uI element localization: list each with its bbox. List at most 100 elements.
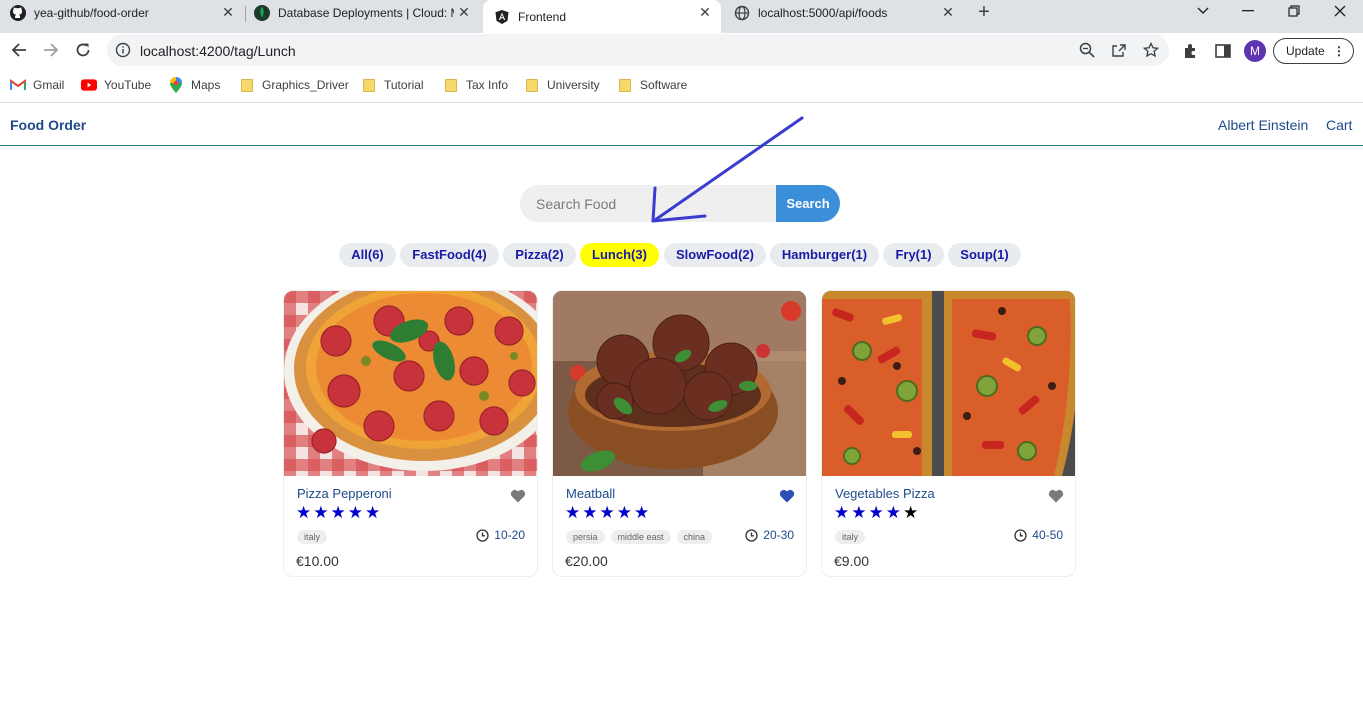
- bookmark-graphics-driver[interactable]: Graphics_Driver: [239, 77, 349, 93]
- zoom-icon[interactable]: [1079, 42, 1095, 58]
- bookmarks-bar: Gmail YouTube Maps Graphics_Driver Tutor…: [0, 67, 1363, 103]
- brand-link[interactable]: Food Order: [10, 117, 86, 133]
- tag-pizza[interactable]: Pizza(2): [503, 243, 576, 267]
- forward-arrow-icon[interactable]: [40, 39, 62, 61]
- origin-tag: italy: [297, 530, 328, 544]
- tab-title: Database Deployments | Cloud: M: [278, 5, 454, 20]
- close-window-icon[interactable]: [1317, 0, 1363, 22]
- user-link[interactable]: Albert Einstein: [1218, 117, 1308, 133]
- tag-slowfood[interactable]: SlowFood(2): [664, 243, 766, 267]
- new-tab-icon[interactable]: +: [974, 2, 994, 22]
- tab-search-chevron-icon[interactable]: [1180, 0, 1226, 22]
- clock-icon: [1014, 528, 1027, 542]
- bookmark-label: Gmail: [33, 78, 65, 92]
- tab-frontend[interactable]: Frontend ✕: [483, 0, 721, 33]
- origin-tag: persia: [566, 530, 605, 544]
- favorite-heart-icon[interactable]: [1048, 489, 1064, 503]
- back-arrow-icon[interactable]: [8, 39, 30, 61]
- food-name: Pizza Pepperoni: [297, 486, 392, 501]
- more-menu-icon[interactable]: ⋮: [1333, 39, 1345, 63]
- tab-api-foods[interactable]: localhost:5000/api/foods ✕: [734, 0, 964, 25]
- tag-soup[interactable]: Soup(1): [948, 243, 1021, 267]
- reload-icon[interactable]: [72, 39, 94, 61]
- side-panel-icon[interactable]: [1214, 42, 1232, 60]
- food-name: Meatball: [566, 486, 616, 501]
- search-button[interactable]: Search: [776, 185, 840, 222]
- cart-link[interactable]: Cart: [1326, 117, 1352, 133]
- share-icon[interactable]: [1111, 42, 1127, 58]
- close-icon[interactable]: ✕: [697, 4, 713, 20]
- cook-time: 10-20: [476, 528, 525, 542]
- food-card-vegetables-pizza[interactable]: Vegetables Pizza ★★★★★ italy 40-50 €9.00: [821, 290, 1076, 577]
- bookmark-label: Maps: [191, 78, 221, 92]
- browser-tab-strip: yea-github/food-order ✕ Database Deploym…: [0, 0, 1363, 33]
- folder-icon: [617, 77, 633, 93]
- extensions-puzzle-icon[interactable]: [1182, 42, 1200, 60]
- bookmark-label: Tutorial: [384, 78, 424, 92]
- search-bar: Search: [520, 185, 840, 222]
- youtube-icon: [81, 77, 97, 93]
- folder-icon: [239, 77, 255, 93]
- clock-icon: [745, 528, 758, 542]
- mongodb-leaf-icon: [254, 4, 270, 21]
- bookmark-software[interactable]: Software: [617, 77, 687, 93]
- pepperoni-pizza-image: [284, 291, 537, 476]
- origin-list: italy: [297, 530, 328, 544]
- address-bar[interactable]: localhost:4200/tag/Lunch: [107, 34, 1169, 66]
- app-header: Food Order Albert Einstein Cart: [0, 104, 1363, 146]
- angular-icon: [494, 9, 510, 25]
- tab-divider: [245, 6, 246, 22]
- tag-fastfood[interactable]: FastFood(4): [400, 243, 499, 267]
- clock-icon: [476, 528, 489, 542]
- bookmark-university[interactable]: University: [524, 77, 600, 93]
- bookmark-youtube[interactable]: YouTube: [81, 77, 151, 93]
- tab-title: yea-github/food-order: [34, 5, 149, 20]
- bookmark-tax-info[interactable]: Tax Info: [443, 77, 508, 93]
- origin-tag: china: [676, 530, 713, 544]
- cook-time-value: 20-30: [763, 528, 794, 542]
- bookmark-tutorial[interactable]: Tutorial: [361, 77, 424, 93]
- origin-tag: middle east: [610, 530, 671, 544]
- bookmark-label: YouTube: [104, 78, 152, 92]
- site-info-icon[interactable]: [115, 42, 131, 63]
- tab-github[interactable]: yea-github/food-order ✕: [10, 0, 244, 25]
- update-button[interactable]: Update ⋮: [1273, 38, 1354, 64]
- folder-icon: [443, 77, 459, 93]
- cook-time-value: 10-20: [494, 528, 525, 542]
- origin-tag: italy: [835, 530, 866, 544]
- folder-icon: [524, 77, 540, 93]
- gmail-icon: [10, 77, 26, 93]
- favorite-heart-icon[interactable]: [510, 489, 526, 503]
- meatball-image: [553, 291, 806, 476]
- vegetables-pizza-image: [822, 291, 1075, 476]
- maps-pin-icon: [168, 77, 184, 93]
- url-text: localhost:4200/tag/Lunch: [140, 43, 296, 59]
- food-price: €9.00: [834, 553, 870, 569]
- tab-mongodb[interactable]: Database Deployments | Cloud: M ✕: [254, 0, 480, 25]
- origin-list: persia middle east china: [566, 530, 713, 544]
- profile-avatar[interactable]: M: [1244, 40, 1266, 62]
- tag-hamburger[interactable]: Hamburger(1): [770, 243, 879, 267]
- minimize-icon[interactable]: [1225, 0, 1271, 22]
- tag-lunch[interactable]: Lunch(3): [580, 243, 659, 267]
- tag-fry[interactable]: Fry(1): [883, 243, 944, 267]
- close-icon[interactable]: ✕: [220, 4, 236, 20]
- bookmark-gmail[interactable]: Gmail: [10, 77, 64, 93]
- update-label: Update: [1286, 44, 1325, 58]
- food-price: €10.00: [296, 553, 339, 569]
- restore-icon[interactable]: [1271, 0, 1317, 22]
- bookmark-label: Graphics_Driver: [262, 78, 349, 92]
- close-icon[interactable]: ✕: [456, 4, 472, 20]
- bookmark-star-icon[interactable]: [1142, 41, 1160, 58]
- star-rating: ★★★★★: [834, 503, 921, 522]
- food-card-pizza-pepperoni[interactable]: Pizza Pepperoni ★★★★★ italy 10-20 €10.00: [283, 290, 538, 577]
- globe-icon: [734, 5, 750, 21]
- bookmark-maps[interactable]: Maps: [168, 77, 220, 93]
- food-card-meatball[interactable]: Meatball ★★★★★ persia middle east china …: [552, 290, 807, 577]
- cook-time: 20-30: [745, 528, 794, 542]
- tag-all[interactable]: All(6): [339, 243, 396, 267]
- favorite-heart-icon[interactable]: [779, 489, 795, 503]
- github-icon: [10, 4, 26, 21]
- close-icon[interactable]: ✕: [940, 4, 956, 20]
- search-input[interactable]: [520, 185, 776, 222]
